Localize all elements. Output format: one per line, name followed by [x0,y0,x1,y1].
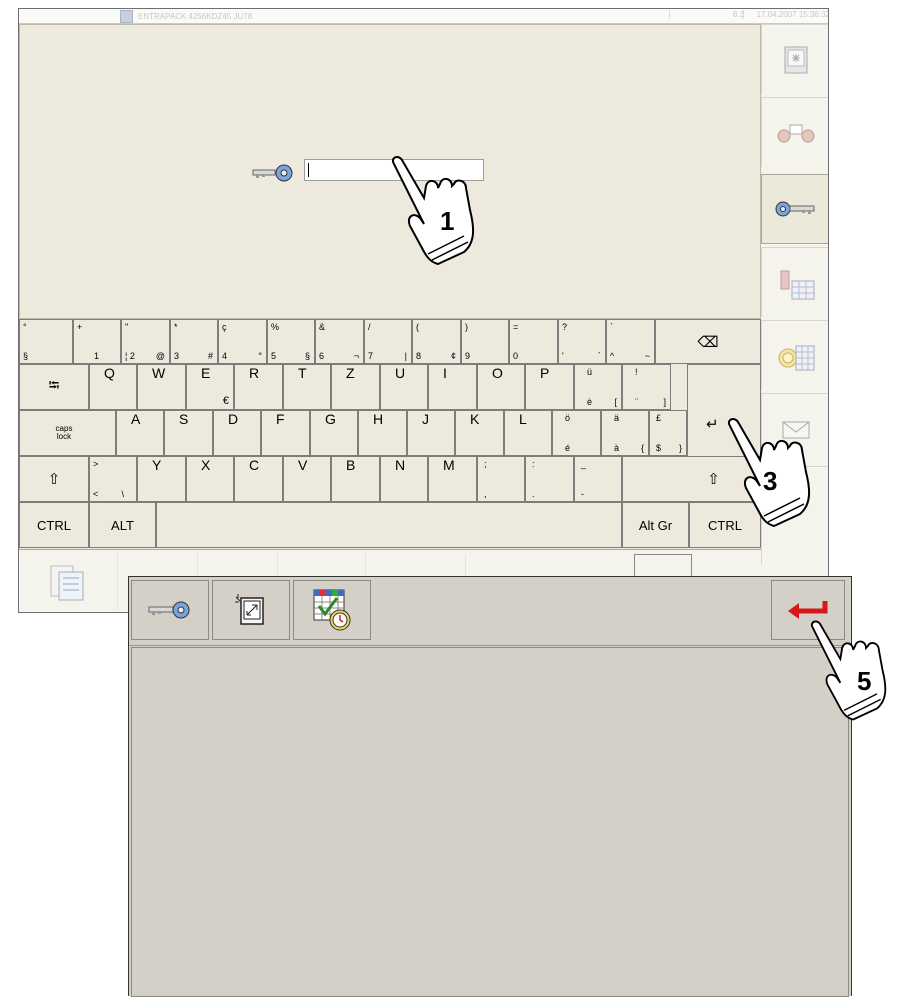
key-7[interactable]: /7 | [364,319,412,364]
key-comma[interactable]: ;, [477,456,525,502]
key-a-umlaut[interactable]: ä à{ [601,410,649,456]
alt-gr-key[interactable]: Alt Gr [622,502,689,548]
key-2[interactable]: " ¦ 2 @ [121,319,170,364]
key-r[interactable]: R [234,364,283,410]
key-z[interactable]: Z [331,364,380,410]
key-o[interactable]: O [477,364,525,410]
callout-number-1: 1 [440,206,455,236]
fire-extinguisher-calendar-icon [780,270,814,299]
key-section[interactable]: ° § [19,319,73,364]
shift-icon: ⇧ [47,471,61,488]
users-icon [777,124,814,142]
secondary-window [128,576,852,997]
key-f[interactable]: F [261,410,310,456]
key-v[interactable]: V [283,456,331,502]
key-d[interactable]: D [213,410,261,456]
left-shift-key[interactable]: ⇧ [19,456,89,502]
pointing-hand-callout-5 [811,620,887,721]
main-window: ENTRAPACK 4256KDZ45 JU78 8.3 17.04.2007 … [18,8,829,613]
secondary-toolbar [129,577,851,646]
alt-key[interactable]: ALT [89,502,156,548]
key-c[interactable]: C [234,456,283,502]
left-ctrl-key[interactable]: CTRL [19,502,89,548]
tab-key[interactable]: ⭾ [19,364,89,410]
key-l[interactable]: L [504,410,552,456]
alt-gr-label: Alt Gr [638,517,673,533]
key-i[interactable]: I [428,364,477,410]
alt-label: ALT [111,517,134,533]
documents-icon [50,565,84,601]
onscreen-keyboard: ° § +1 " ¦ 2 @ * 3 # ç 4 ° % 5 § & 6 ¬ /7 | (8 ¢ ) 9 =… [19,319,761,549]
key-3[interactable]: * 3 # [170,319,218,364]
text-caret [308,163,309,177]
key-u[interactable]: U [380,364,428,410]
key-apostrophe[interactable]: ? ' ´ [558,319,606,364]
key-icon [148,601,190,619]
key-caret[interactable]: ` ^ ~ [606,319,655,364]
key-k[interactable]: K [455,410,504,456]
key-8[interactable]: (8 ¢ [412,319,461,364]
schedule-check-button[interactable] [293,580,371,640]
key-less-than[interactable]: > < \ [89,456,137,502]
space-key[interactable] [156,502,622,548]
key-g[interactable]: G [310,410,358,456]
key-5[interactable]: % 5 § [267,319,315,364]
sidebar-item-monitor[interactable] [761,24,828,94]
key-y[interactable]: Y [137,456,186,502]
key-p[interactable]: P [525,364,574,410]
key-0[interactable]: = 0 [509,319,558,364]
title-bar: ENTRAPACK 4256KDZ45 JU78 8.3 17.04.2007 … [19,9,828,24]
sidebar-item-extinguisher[interactable] [761,247,828,317]
key-w[interactable]: W [137,364,186,410]
key-exclamation[interactable]: ! ¨] [622,364,671,410]
key-o-umlaut[interactable]: öé [552,410,601,456]
sidebar-item-users[interactable] [761,97,828,167]
key-m[interactable]: M [428,456,477,502]
window-title: ENTRAPACK 4256KDZ45 JU78 [138,12,253,21]
key-e[interactable]: E € [186,364,234,410]
key-t[interactable]: T [283,364,331,410]
backspace-icon: ⌫ [697,333,719,351]
key-b[interactable]: B [331,456,380,502]
key-4[interactable]: ç 4 ° [218,319,267,364]
key-minus[interactable]: _ - [574,456,622,502]
monitor-icon [784,46,807,73]
ctrl-label: CTRL [37,517,71,533]
title-app: ENTRAPACK 4256KDZ45 JU78 [120,10,252,23]
app-icon [120,10,133,23]
key-u-umlaut[interactable]: ü è[ [574,364,622,410]
sidebar-item-key[interactable] [761,174,828,244]
secondary-content-area [131,647,849,997]
version-number: 8.3 [669,10,744,19]
key-a[interactable]: A [116,410,164,456]
key-icon [252,164,293,182]
key-1[interactable]: +1 [73,319,121,364]
key-period[interactable]: :. [525,456,574,502]
key-x[interactable]: X [186,456,234,502]
sidebar-item-target[interactable] [761,320,828,390]
key-j[interactable]: J [407,410,455,456]
key-9[interactable]: ) 9 [461,319,509,364]
tab-icon: ⭾ [48,377,60,393]
key-n[interactable]: N [380,456,428,502]
datetime: 17.04.2007 15:36:32 [743,10,828,19]
window-resize-button[interactable] [212,580,290,640]
calendar-check-clock-icon [313,589,351,631]
key-h[interactable]: H [358,410,407,456]
callout-number-5: 5 [857,666,872,696]
key-6[interactable]: & 6 ¬ [315,319,364,364]
key-button[interactable] [131,580,209,640]
callout-number-3: 3 [763,466,778,496]
caps-lock-key[interactable]: caps lock [19,410,116,456]
key-s[interactable]: S [164,410,213,456]
key-q[interactable]: Q [89,364,137,410]
backspace-key[interactable]: ⌫ [655,319,761,364]
key-pound[interactable]: £ $} [649,410,687,456]
target-calendar-icon [778,345,814,370]
key-icon [775,201,815,217]
resize-window-icon [235,594,264,625]
